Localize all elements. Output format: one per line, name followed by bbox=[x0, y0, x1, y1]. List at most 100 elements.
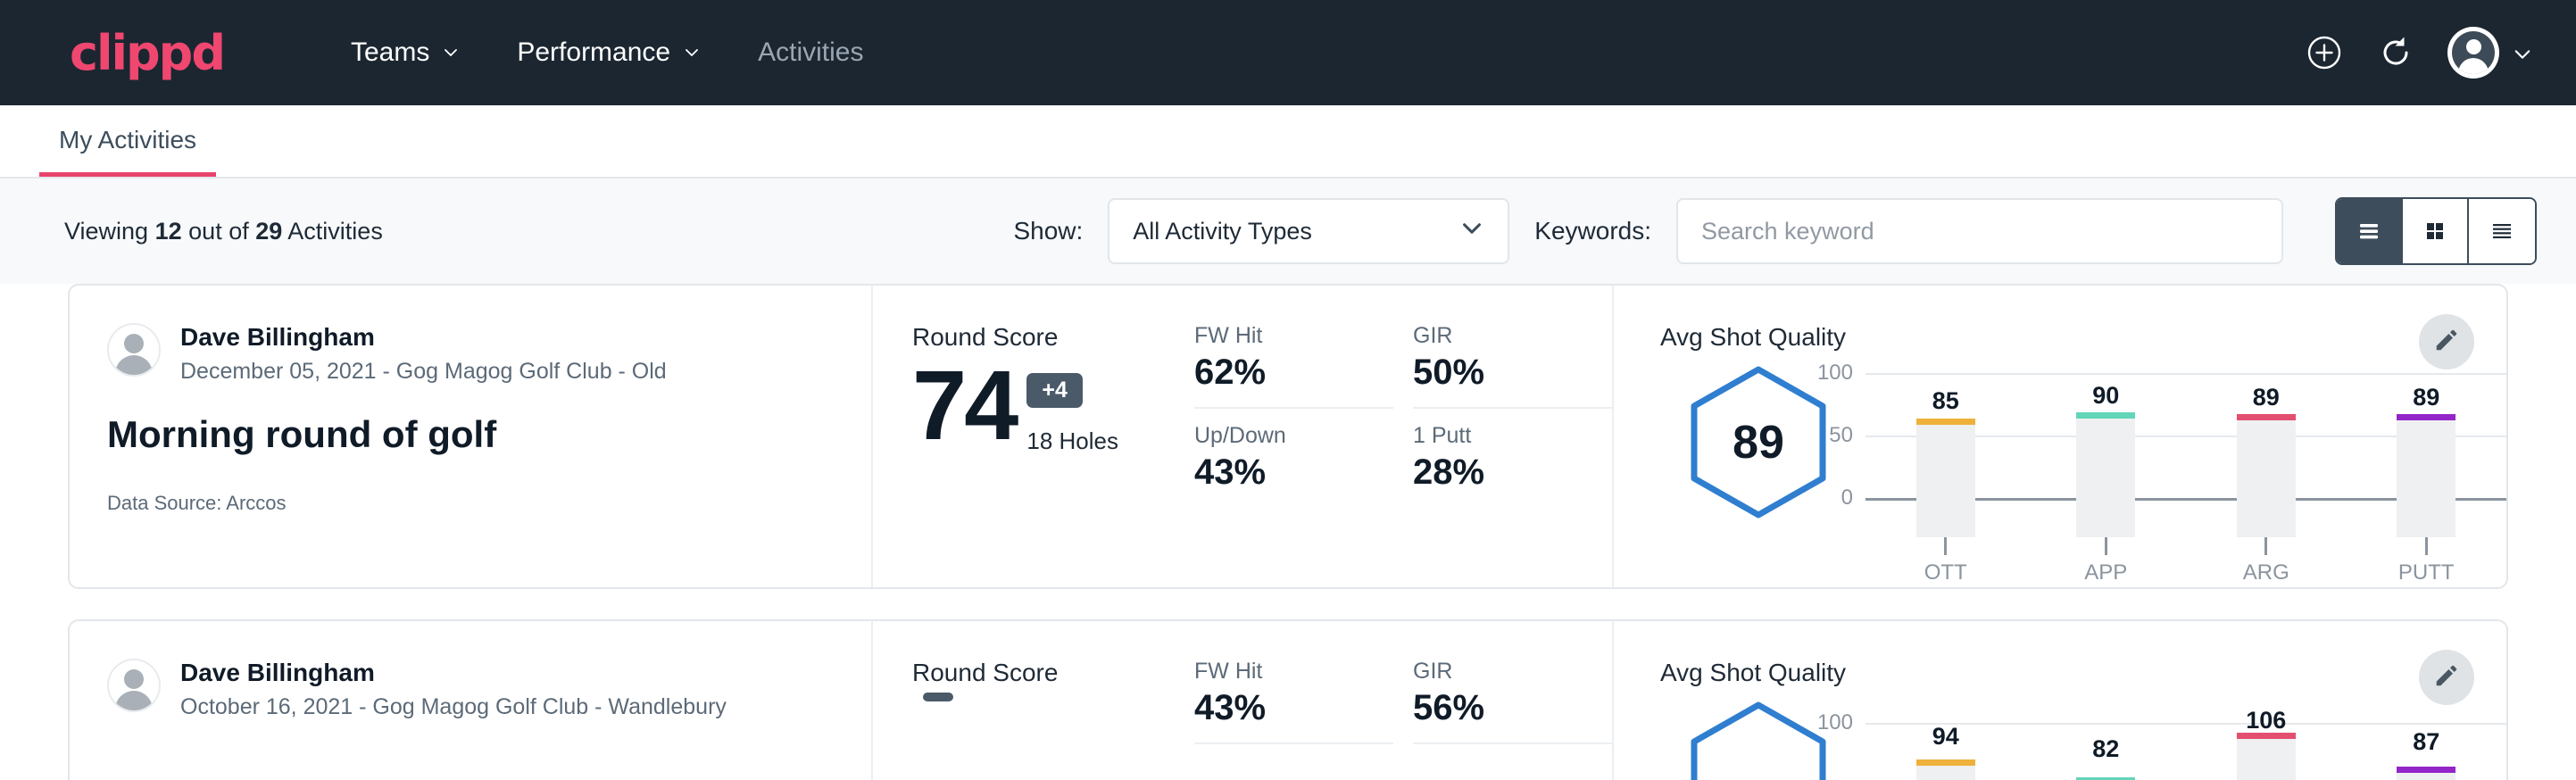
stat-value: 62% bbox=[1194, 353, 1349, 393]
activity-summary: Dave Billingham December 05, 2021 - Gog … bbox=[70, 286, 873, 587]
view-mode-toggle bbox=[2335, 197, 2537, 265]
list-view-button[interactable] bbox=[2337, 199, 2403, 263]
stat-fw-hit: FW Hit 43% bbox=[1194, 659, 1393, 744]
activity-data-source: Data Source: Arccos bbox=[107, 492, 871, 515]
edit-activity-button[interactable] bbox=[2419, 650, 2474, 705]
nav-item-activities-label: Activities bbox=[758, 37, 863, 68]
nav-item-activities[interactable]: Activities bbox=[729, 25, 892, 80]
activity-type-select[interactable]: All Activity Types bbox=[1108, 198, 1509, 264]
stat-value: 43% bbox=[1194, 688, 1349, 728]
author-name: Dave Billingham bbox=[180, 323, 667, 352]
activity-card-list: Dave Billingham December 05, 2021 - Gog … bbox=[0, 284, 2576, 780]
bar-column: 89 ARG bbox=[2186, 398, 2347, 537]
stat-value: 43% bbox=[1194, 452, 1349, 493]
author-name: Dave Billingham bbox=[180, 659, 727, 687]
bar-value: 94 bbox=[1932, 723, 1959, 751]
avatar bbox=[107, 323, 161, 377]
stat-one-putt bbox=[1413, 759, 1612, 762]
bar-category: APP bbox=[2084, 560, 2127, 585]
stat-label: 1 Putt bbox=[1413, 423, 1567, 449]
bar-column: 94 bbox=[1866, 721, 2026, 780]
stat-label: FW Hit bbox=[1194, 659, 1349, 685]
shot-quality-hexagon: 89 bbox=[1687, 364, 1830, 520]
chevron-down-icon bbox=[1459, 216, 1484, 247]
shot-quality-value: 89 bbox=[1687, 364, 1830, 520]
activity-summary: Dave Billingham October 16, 2021 - Gog M… bbox=[70, 621, 873, 780]
chevron-down-icon bbox=[683, 44, 701, 62]
bar-value: 89 bbox=[2413, 384, 2439, 411]
stat-gir: GIR 56% bbox=[1413, 659, 1612, 744]
pencil-icon bbox=[2433, 662, 2460, 693]
activity-meta: December 05, 2021 - Gog Magog Golf Club … bbox=[180, 359, 667, 385]
stat-value: 56% bbox=[1413, 688, 1567, 728]
score-differential-badge bbox=[923, 693, 953, 701]
search-input[interactable] bbox=[1701, 218, 2258, 245]
filter-controls: Show: All Activity Types Keywords: bbox=[1013, 197, 2537, 265]
keywords-label: Keywords: bbox=[1534, 217, 1651, 245]
shot-quality-value bbox=[1687, 700, 1830, 780]
nav-item-teams[interactable]: Teams bbox=[322, 25, 488, 80]
bar-column: 87 bbox=[2347, 721, 2507, 780]
tab-my-activities-label: My Activities bbox=[59, 126, 196, 154]
stat-label: FW Hit bbox=[1194, 323, 1349, 349]
round-score-value: 74 bbox=[912, 357, 1016, 455]
y-tick-100: 100 bbox=[1817, 710, 1866, 735]
pencil-icon bbox=[2433, 327, 2460, 358]
nav-item-performance-label: Performance bbox=[517, 37, 670, 68]
shot-quality-hexagon bbox=[1687, 700, 1830, 780]
stat-gir: GIR 50% bbox=[1413, 323, 1612, 409]
activity-title: Morning round of golf bbox=[107, 413, 871, 456]
edit-activity-button[interactable] bbox=[2419, 314, 2474, 369]
stat-label: GIR bbox=[1413, 659, 1567, 685]
y-tick-0: 0 bbox=[1841, 485, 1866, 510]
avatar bbox=[2447, 27, 2499, 79]
activity-card[interactable]: Dave Billingham October 16, 2021 - Gog M… bbox=[68, 619, 2508, 780]
bar-value: 89 bbox=[2253, 384, 2280, 411]
bar-column: 82 bbox=[2026, 721, 2187, 780]
avg-shot-quality-label: Avg Shot Quality bbox=[1660, 659, 2506, 687]
activity-card[interactable]: Dave Billingham December 05, 2021 - Gog … bbox=[68, 284, 2508, 589]
refresh-icon[interactable] bbox=[2376, 33, 2415, 72]
avg-shot-quality-label: Avg Shot Quality bbox=[1660, 323, 2506, 352]
bar-value: 87 bbox=[2413, 728, 2439, 756]
bar-value: 106 bbox=[2246, 707, 2286, 734]
search-field[interactable] bbox=[1676, 198, 2283, 264]
round-stats-grid: FW Hit 43% GIR 56% bbox=[1194, 621, 1614, 780]
bar-column: 85 OTT bbox=[1866, 398, 2026, 537]
viewing-count: 12 bbox=[155, 218, 182, 245]
bar-category: ARG bbox=[2243, 560, 2289, 585]
viewing-prefix: Viewing bbox=[64, 218, 148, 245]
bar-column: 89 PUTT bbox=[2347, 398, 2507, 537]
bar-category: PUTT bbox=[2398, 560, 2455, 585]
round-score-section: Round Score bbox=[873, 621, 1194, 780]
stat-up-down: Up/Down 43% bbox=[1194, 423, 1393, 493]
round-stats-grid: FW Hit 62% GIR 50% Up/Down 43% 1 Putt 28… bbox=[1194, 286, 1614, 587]
account-menu[interactable] bbox=[2447, 27, 2530, 79]
avatar bbox=[107, 659, 161, 712]
y-tick-100: 100 bbox=[1817, 361, 1866, 386]
score-differential-badge: +4 bbox=[1026, 373, 1083, 408]
compact-view-button[interactable] bbox=[2469, 199, 2535, 263]
chevron-down-icon bbox=[442, 44, 460, 62]
round-score-section: Round Score 74 +4 18 Holes bbox=[873, 286, 1194, 587]
bar-value: 85 bbox=[1932, 387, 1959, 415]
nav-actions bbox=[2305, 27, 2530, 79]
activity-meta: October 16, 2021 - Gog Magog Golf Club -… bbox=[180, 694, 727, 720]
primary-nav: Teams Performance Activities bbox=[322, 25, 892, 80]
stat-value: 28% bbox=[1413, 452, 1567, 493]
shot-quality-bar-chart: 100 94 82 106 bbox=[1857, 694, 2506, 780]
y-tick-50: 50 bbox=[1829, 423, 1866, 448]
grid-view-button[interactable] bbox=[2403, 199, 2469, 263]
stat-up-down bbox=[1194, 759, 1393, 762]
bar-column: 90 APP bbox=[2026, 398, 2187, 537]
add-circle-icon[interactable] bbox=[2305, 33, 2344, 72]
nav-item-performance[interactable]: Performance bbox=[488, 25, 729, 80]
activity-author: Dave Billingham October 16, 2021 - Gog M… bbox=[107, 659, 871, 720]
viewing-suffix: Activities bbox=[287, 218, 383, 245]
nav-item-teams-label: Teams bbox=[351, 37, 429, 68]
clippd-logo[interactable]: clippd bbox=[70, 25, 224, 81]
activity-type-select-value: All Activity Types bbox=[1133, 218, 1312, 245]
tab-my-activities[interactable]: My Activities bbox=[39, 126, 216, 177]
stat-label: Up/Down bbox=[1194, 423, 1349, 449]
stat-label: GIR bbox=[1413, 323, 1567, 349]
